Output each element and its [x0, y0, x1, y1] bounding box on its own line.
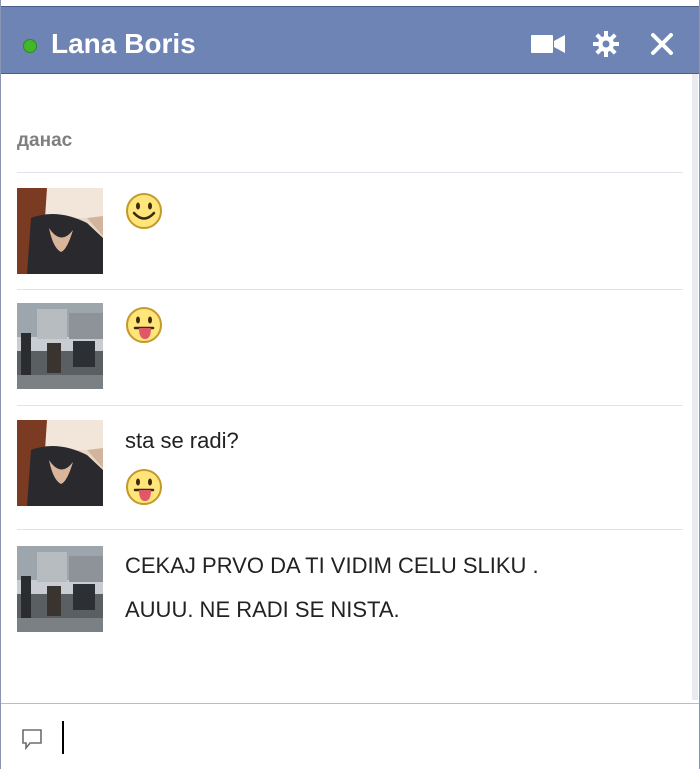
message-input[interactable]	[1, 703, 699, 769]
avatar[interactable]	[17, 546, 103, 632]
text-cursor	[62, 721, 64, 754]
message-text: sta se radi?	[125, 428, 239, 453]
chat-window: Lana Boris данас sta se radi? CEKAJ PRVO…	[0, 0, 700, 769]
video-call-icon[interactable]	[528, 29, 568, 59]
message-divider	[17, 529, 683, 530]
message-text: AUUU. NE RADI SE NISTA.	[125, 597, 400, 622]
message-divider	[17, 172, 683, 173]
message-text: CEKAJ PRVO DA TI VIDIM CELU SLIKU .	[125, 553, 539, 578]
message-divider	[17, 289, 683, 290]
date-separator: данас	[17, 130, 73, 151]
scrollbar[interactable]	[692, 74, 698, 700]
online-status-icon	[23, 39, 37, 53]
gear-icon[interactable]	[591, 29, 621, 59]
avatar[interactable]	[17, 420, 103, 506]
tongue-emoticon	[125, 306, 163, 344]
chat-header[interactable]: Lana Boris	[1, 6, 699, 74]
tongue-emoticon	[125, 468, 163, 506]
avatar[interactable]	[17, 188, 103, 274]
close-icon[interactable]	[647, 29, 677, 59]
emoticon-picker-icon[interactable]	[21, 728, 43, 751]
message-divider	[17, 405, 683, 406]
smile-emoticon	[125, 192, 163, 230]
avatar[interactable]	[17, 303, 103, 389]
contact-name[interactable]: Lana Boris	[51, 28, 196, 60]
